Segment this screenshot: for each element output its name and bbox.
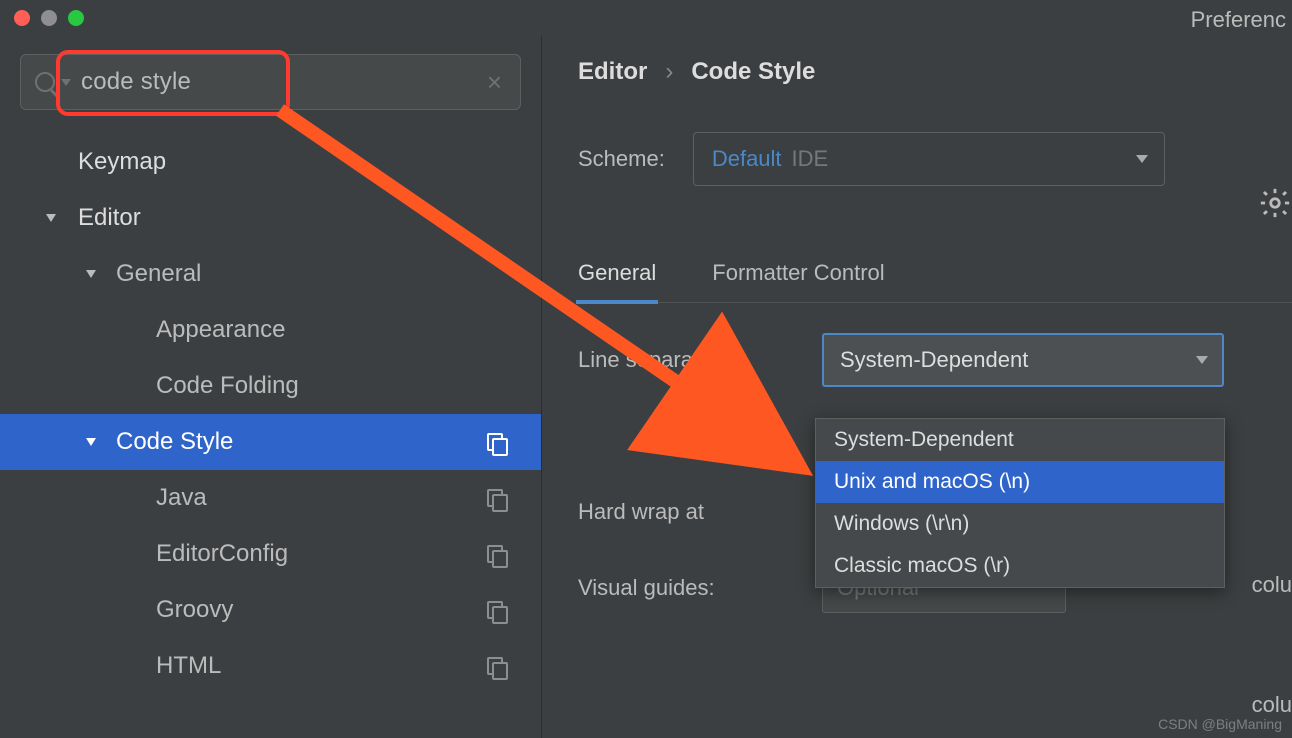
dropdown-option[interactable]: System-Dependent — [816, 419, 1224, 461]
gear-icon[interactable] — [1258, 186, 1292, 225]
tabs: General Formatter Control — [578, 260, 1292, 303]
scheme-tag: IDE — [792, 146, 829, 172]
line-separator-dropdown[interactable]: System-DependentUnix and macOS (\n)Windo… — [815, 418, 1225, 588]
tree-item-editor[interactable]: Editor — [0, 190, 541, 246]
breadcrumb-parent[interactable]: Editor — [578, 58, 647, 86]
hard-wrap-label: Hard wrap at — [578, 499, 792, 525]
dropdown-option[interactable]: Classic macOS (\r) — [816, 545, 1224, 587]
visual-guides-label: Visual guides: — [578, 575, 792, 601]
hard-wrap-suffix: colu — [1252, 572, 1292, 598]
scheme-select[interactable]: Default IDE — [693, 132, 1165, 186]
tree-item-label: HTML — [156, 652, 221, 680]
dropdown-option[interactable]: Unix and macOS (\n) — [816, 461, 1224, 503]
line-separator-label: Line separator: — [578, 347, 792, 373]
dropdown-option[interactable]: Windows (\r\n) — [816, 503, 1224, 545]
titlebar: Preferenc — [0, 0, 1292, 36]
visual-guides-suffix: colu — [1252, 692, 1292, 718]
tree-item-groovy[interactable]: Groovy — [0, 582, 541, 638]
tree-item-general[interactable]: General — [0, 246, 541, 302]
tree-item-label: Keymap — [78, 148, 166, 176]
clear-search-icon[interactable]: × — [487, 67, 506, 98]
watermark: CSDN @BigManing — [1158, 716, 1282, 732]
copy-icon — [487, 545, 505, 563]
tree-item-java[interactable]: Java — [0, 470, 541, 526]
expand-arrow-icon — [86, 270, 96, 278]
minimize-window-button[interactable] — [41, 10, 57, 26]
search-value: code style — [81, 68, 487, 96]
chevron-down-icon — [1196, 356, 1208, 364]
tree-item-code-style[interactable]: Code Style — [0, 414, 541, 470]
breadcrumb-current: Code Style — [691, 58, 815, 86]
tree-item-label: Code Folding — [156, 372, 299, 400]
tree-item-label: Java — [156, 484, 207, 512]
tree-item-editorconfig[interactable]: EditorConfig — [0, 526, 541, 582]
tree-item-label: Appearance — [156, 316, 285, 344]
breadcrumb: Editor › Code Style — [578, 58, 1292, 86]
search-filter-icon[interactable] — [61, 79, 71, 86]
settings-tree: Keymap Editor General Appearance Code Foldin… — [0, 128, 541, 694]
copy-icon — [487, 657, 505, 675]
tree-item-label: General — [116, 260, 201, 288]
chevron-down-icon — [1136, 155, 1148, 163]
expand-arrow-icon — [86, 438, 96, 446]
tab-general[interactable]: General — [578, 260, 656, 302]
tree-item-label: Editor — [78, 204, 141, 232]
tree-item-label: EditorConfig — [156, 540, 288, 568]
line-separator-select[interactable]: System-Dependent — [822, 333, 1224, 387]
tree-item-label: Groovy — [156, 596, 233, 624]
window-title: Preferenc — [1191, 7, 1286, 33]
close-window-button[interactable] — [14, 10, 30, 26]
scheme-label: Scheme: — [578, 146, 665, 172]
copy-icon — [487, 433, 505, 451]
search-input[interactable]: code style × — [20, 54, 521, 110]
tree-item-appearance[interactable]: Appearance — [0, 302, 541, 358]
scheme-value: Default — [712, 146, 782, 172]
window-controls — [14, 10, 84, 26]
line-separator-value: System-Dependent — [840, 347, 1028, 373]
copy-icon — [487, 601, 505, 619]
content-panel: Editor › Code Style Scheme: Default IDE … — [542, 36, 1292, 738]
tree-item-label: Code Style — [116, 428, 233, 456]
search-icon — [35, 72, 55, 92]
tab-formatter-control[interactable]: Formatter Control — [712, 260, 884, 302]
tree-item-keymap[interactable]: Keymap — [0, 134, 541, 190]
tree-item-html[interactable]: HTML — [0, 638, 541, 694]
expand-arrow-icon — [46, 214, 56, 222]
sidebar: code style × Keymap Editor General Appearan… — [0, 36, 542, 738]
copy-icon — [487, 489, 505, 507]
breadcrumb-separator: › — [665, 58, 673, 86]
tree-item-code-folding[interactable]: Code Folding — [0, 358, 541, 414]
maximize-window-button[interactable] — [68, 10, 84, 26]
